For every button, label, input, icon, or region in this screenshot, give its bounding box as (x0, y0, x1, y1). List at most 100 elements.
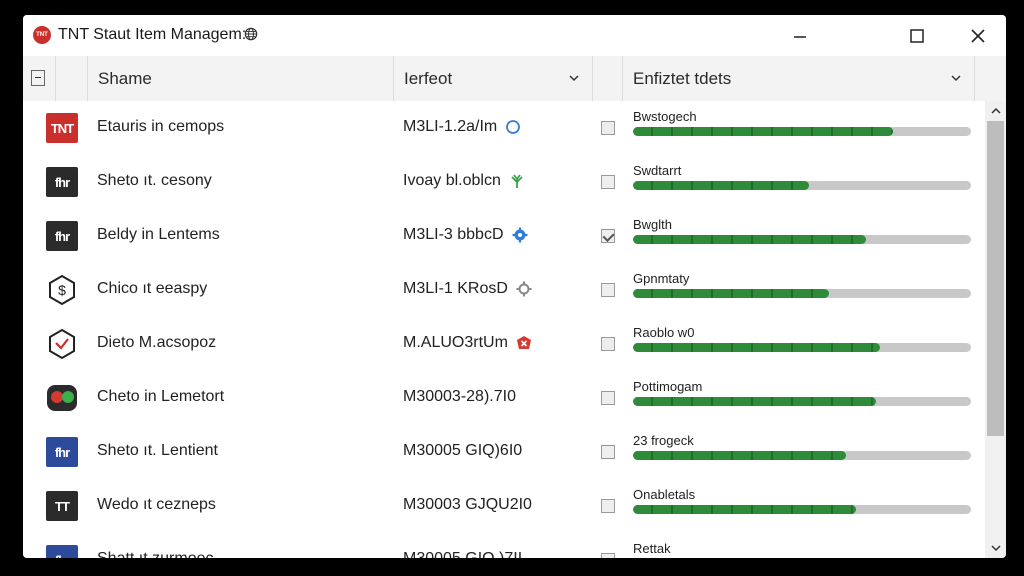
chevron-up-icon (990, 107, 1001, 114)
table-row[interactable]: fhr Sheto ıt. Lentient M30005 GIQ)6I0 23 fr… (23, 425, 985, 480)
maximize-button[interactable] (888, 15, 946, 56)
table-row[interactable]: TT Wedo ıt cezneps M30003 GJQU2I0 Onabletal… (23, 479, 985, 534)
chevron-down-icon (990, 545, 1001, 552)
globe-icon[interactable] (244, 27, 258, 41)
progress-label: Gpnmtaty (633, 271, 690, 286)
item-name: Dieto M.acsopoz (97, 334, 217, 351)
app-logo-icon: TNT (33, 26, 51, 44)
icon-column-header (56, 56, 88, 101)
table-row[interactable]: TNT Etauris in cemops M3LI-1.2a/Im Bwstogec… (23, 101, 985, 156)
row-checkbox[interactable] (601, 337, 615, 351)
item-code: M30005 GIQ)6I0 (403, 442, 523, 459)
column-header-progress[interactable]: Enfiztet tdets (623, 56, 975, 101)
progress-fill (633, 451, 846, 460)
item-code: M3LI-3 bbbcD (403, 226, 504, 243)
app-window: TNT TNT Staut Item Managem: Shame Ierfeo… (23, 15, 1006, 558)
item-code: Ivoay bl.oblcn (403, 172, 501, 189)
item-name: Shatt ıt zurmoec (97, 550, 214, 558)
chevron-down-icon[interactable] (950, 72, 962, 84)
scroll-down-button[interactable] (985, 540, 1006, 556)
fhr-logo-icon: fhr (45, 435, 79, 469)
progress-label: Swdtarrt (633, 163, 682, 178)
row-checkbox[interactable] (601, 121, 615, 135)
item-name: Sheto ıt. cesony (97, 172, 212, 189)
vertical-scrollbar[interactable] (985, 101, 1006, 558)
fhr-logo-icon: fhr (45, 219, 79, 253)
scrollbar-thumb[interactable] (987, 121, 1004, 436)
item-name: Cheto in Lemetort (97, 388, 225, 405)
table-row[interactable]: fhr Sheto ıt. cesony Ivoay bl.oblcn Swdtarr… (23, 155, 985, 210)
clock-badge-icon (45, 327, 79, 361)
dollar-badge-icon: $ (45, 273, 79, 307)
select-all-checkbox[interactable] (31, 70, 45, 86)
progress-fill (633, 289, 830, 298)
svg-text:$: $ (58, 282, 66, 298)
shield-red-icon (516, 335, 532, 351)
row-checkbox[interactable] (601, 553, 615, 558)
maximize-icon (910, 28, 924, 43)
item-code: M.ALUO3rtUm (403, 334, 508, 351)
item-name: Etauris in cemops (97, 118, 225, 135)
table-row[interactable]: Cheto in Lemetort M30003-28).7I0 Pottimoga… (23, 371, 985, 426)
item-name: Beldy in Lentems (97, 226, 220, 243)
progress-label: Bwstogech (633, 109, 697, 124)
title-bar: TNT TNT Staut Item Managem: (23, 15, 1006, 56)
row-checkbox[interactable] (601, 445, 615, 459)
progress-bar (633, 505, 971, 514)
gear-gray-icon (516, 281, 532, 297)
progress-label: Rettak (633, 541, 671, 556)
table-row[interactable]: fhr Beldy in Lentems M3LI-3 bbbcD Bwglth (23, 209, 985, 264)
progress-bar (633, 343, 971, 352)
progress-fill (633, 397, 877, 406)
column-header-name[interactable]: Shame (88, 56, 394, 101)
select-all-cell[interactable] (23, 56, 56, 101)
progress-bar (633, 397, 971, 406)
close-button[interactable] (949, 15, 1006, 56)
progress-fill (633, 343, 880, 352)
progress-fill (633, 235, 867, 244)
progress-fill (633, 127, 894, 136)
item-list: TNT Etauris in cemops M3LI-1.2a/Im Bwstogec… (23, 101, 985, 558)
row-checkbox[interactable] (601, 283, 615, 297)
tt-logo-icon: TT (45, 489, 79, 523)
row-checkbox[interactable] (601, 175, 615, 189)
column-header-code[interactable]: Ierfeot (394, 56, 593, 101)
chevron-down-icon[interactable] (568, 72, 580, 84)
column-header-name-label: Shame (98, 69, 152, 88)
row-checkbox[interactable] (601, 229, 615, 243)
table-row[interactable]: Dieto M.acsopoz M.ALUO3rtUm Raoblo w0 (23, 317, 985, 372)
column-header-code-label: Ierfeot (404, 69, 453, 88)
item-code: M30003 GJQU2I0 (403, 496, 532, 513)
item-code: M30003-28).7I0 (403, 388, 516, 405)
progress-label: Onabletals (633, 487, 696, 502)
table-row[interactable]: $ Chico ıt eeaspy M3LI-1 KRosD Gpnmtaty (23, 263, 985, 318)
progress-bar (633, 451, 971, 460)
progress-bar (633, 181, 971, 190)
close-icon (971, 28, 985, 43)
progress-label: Raoblo w0 (633, 325, 695, 340)
item-code: M3LI-1 KRosD (403, 280, 508, 297)
table-row[interactable]: fhr Shatt ıt zurmoec M30005 GIQ )7II Rettak (23, 533, 985, 558)
traffic-light-icon (45, 381, 79, 415)
scroll-up-button[interactable] (985, 103, 1006, 119)
progress-bar (633, 127, 971, 136)
table-header: Shame Ierfeot Enfiztet tdets (23, 56, 1006, 102)
tnt-logo-icon: TNT (45, 111, 79, 145)
item-name: Wedo ıt cezneps (97, 496, 216, 513)
item-code: M3LI-1.2a/Im (403, 118, 498, 135)
window-title: TNT Staut Item Managem: (58, 26, 247, 43)
progress-label: Pottimogam (633, 379, 703, 394)
item-name: Chico ıt eeaspy (97, 280, 208, 297)
item-code: M30005 GIQ )7II (403, 550, 522, 558)
progress-fill (633, 181, 809, 190)
progress-label: 23 frogeck (633, 433, 694, 448)
progress-label: Bwglth (633, 217, 673, 232)
column-header-progress-label: Enfiztet tdets (633, 69, 732, 88)
leaf-icon (509, 173, 525, 189)
check-column-header (593, 56, 623, 101)
minimize-button[interactable] (771, 15, 829, 56)
fhr-logo-icon: fhr (45, 165, 79, 199)
row-checkbox[interactable] (601, 499, 615, 513)
fhr-logo-icon: fhr (45, 543, 79, 558)
row-checkbox[interactable] (601, 391, 615, 405)
